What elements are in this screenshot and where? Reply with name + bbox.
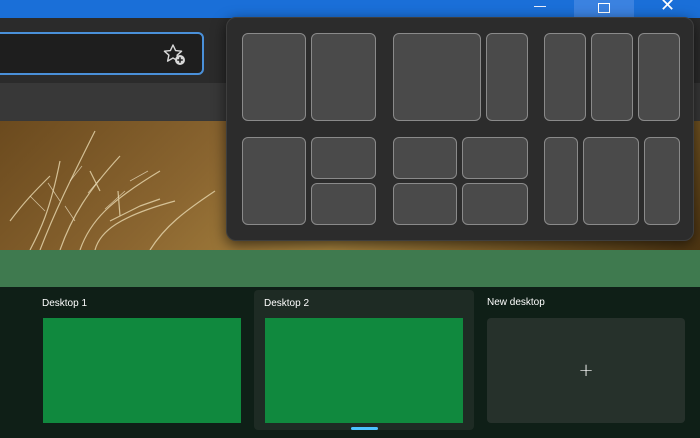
snap-layouts-flyout	[226, 17, 694, 241]
minimize-button[interactable]	[520, 0, 560, 18]
close-button[interactable]: ✕	[645, 0, 690, 16]
snap-zone-g1-right[interactable]	[311, 33, 376, 121]
desktop-1-label: Desktop 1	[42, 298, 88, 309]
snap-zone-g3-right[interactable]	[638, 33, 680, 121]
desktop-2-label: Desktop 2	[264, 298, 310, 309]
snap-zone-g4-top-right[interactable]	[311, 137, 376, 179]
desktop-2-thumbnail[interactable]	[265, 318, 463, 423]
snap-zone-g4-bottom-right[interactable]	[311, 183, 376, 225]
plus-icon: +	[578, 360, 594, 381]
close-icon: ✕	[659, 0, 676, 16]
desktop-1-thumbnail[interactable]	[43, 318, 241, 423]
snap-zone-g6-left[interactable]	[544, 137, 578, 225]
snap-zone-g6-right[interactable]	[644, 137, 680, 225]
snap-zone-g6-center[interactable]	[583, 137, 639, 225]
snap-zone-g2-left[interactable]	[393, 33, 481, 121]
snap-zone-g1-left[interactable]	[242, 33, 306, 121]
new-desktop-button[interactable]: +	[487, 318, 685, 423]
snap-zone-g5-bottom-left[interactable]	[393, 183, 457, 225]
snap-zone-g2-right[interactable]	[486, 33, 528, 121]
restore-icon	[598, 2, 610, 13]
desktop-background-strip	[0, 250, 700, 287]
minimize-icon	[534, 5, 546, 7]
maximize-button[interactable]	[574, 0, 634, 18]
active-desktop-indicator	[351, 427, 378, 430]
snap-zone-g5-bottom-right[interactable]	[462, 183, 528, 225]
new-desktop-label: New desktop	[487, 297, 545, 308]
snap-zone-g5-top-right[interactable]	[462, 137, 528, 179]
snap-zone-g5-top-left[interactable]	[393, 137, 457, 179]
add-favorite-icon[interactable]	[160, 42, 190, 68]
snap-zone-g3-center[interactable]	[591, 33, 633, 121]
snap-zone-g4-left[interactable]	[242, 137, 306, 225]
snap-zone-g3-left[interactable]	[544, 33, 586, 121]
